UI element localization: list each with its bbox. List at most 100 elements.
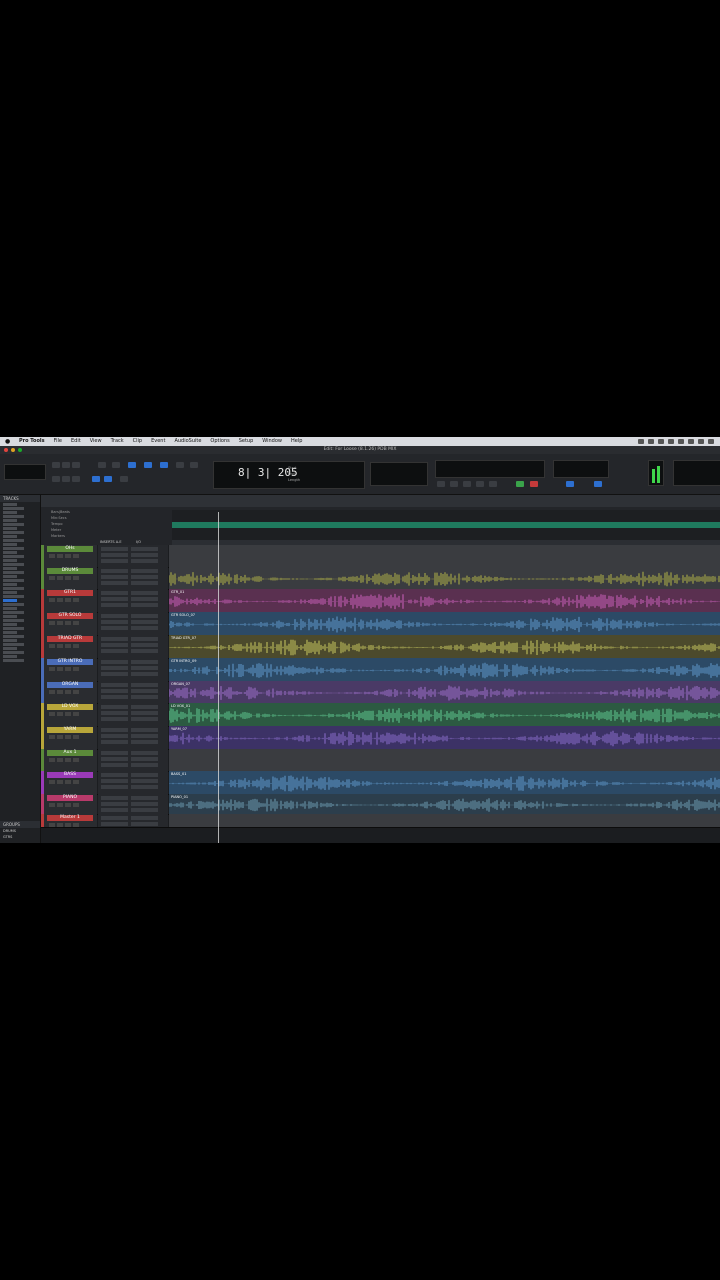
track-playlist-lane[interactable]: GTR SOLO_07: [169, 612, 720, 635]
track-playlist-lane[interactable]: GTR INTRO_09: [169, 658, 720, 681]
insert-slot[interactable]: [101, 773, 128, 777]
input-monitor-button[interactable]: [57, 690, 63, 694]
click-button[interactable]: [594, 481, 602, 487]
solo-button[interactable]: [65, 554, 71, 558]
sidebar-track-entry[interactable]: [3, 510, 17, 514]
sidebar-track-entry[interactable]: [3, 586, 24, 590]
track-row[interactable]: TRIAD GTR TRIAD GTR_07: [41, 635, 720, 659]
insert-slot[interactable]: [101, 822, 128, 826]
sidebar-track-entry[interactable]: [3, 546, 24, 550]
track-name[interactable]: LD VOX: [47, 704, 93, 710]
sidebar-track-entry[interactable]: [3, 506, 24, 510]
record-arm-button[interactable]: [49, 576, 55, 580]
solo-button[interactable]: [65, 598, 71, 602]
input-monitor-button[interactable]: [57, 758, 63, 762]
insert-slot[interactable]: [101, 734, 128, 738]
mute-button[interactable]: [73, 758, 79, 762]
sidebar-track-entry[interactable]: [3, 582, 17, 586]
track-header[interactable]: DRUMS: [41, 567, 97, 589]
track-playlist-lane[interactable]: GTR_01: [169, 589, 720, 612]
zoom-preset-button[interactable]: [62, 476, 70, 482]
track-header[interactable]: PIANO: [41, 794, 97, 814]
record-arm-button[interactable]: [49, 780, 55, 784]
insert-slot[interactable]: [101, 672, 128, 676]
sidebar-track-entry[interactable]: [3, 630, 17, 634]
insert-slot[interactable]: [101, 553, 128, 557]
play-button[interactable]: [516, 481, 524, 487]
record-arm-button[interactable]: [49, 644, 55, 648]
pencil-tool-button[interactable]: [190, 462, 198, 468]
menu-event[interactable]: Event: [151, 437, 165, 446]
io-slot[interactable]: [131, 614, 158, 618]
insert-slot[interactable]: [101, 626, 128, 630]
mode-panel[interactable]: [4, 464, 46, 480]
sidebar-track-entry[interactable]: [3, 554, 24, 558]
insert-slot[interactable]: [101, 802, 128, 806]
zoom-button[interactable]: [62, 462, 70, 468]
track-playlist-lane[interactable]: YARM_07: [169, 726, 720, 749]
track-header[interactable]: GTR SOLO: [41, 612, 97, 635]
track-row[interactable]: YARM YARM_07: [41, 726, 720, 750]
track-name[interactable]: BASS: [47, 772, 93, 778]
io-slot[interactable]: [131, 575, 158, 579]
io-slot[interactable]: [131, 751, 158, 755]
insert-slot[interactable]: [101, 808, 128, 812]
zoom-button[interactable]: [52, 462, 60, 468]
input-monitor-button[interactable]: [57, 576, 63, 580]
io-slot[interactable]: [131, 695, 158, 699]
mute-button[interactable]: [73, 667, 79, 671]
insert-slot[interactable]: [101, 689, 128, 693]
sidebar-track-entry[interactable]: [3, 534, 17, 538]
io-slot[interactable]: [131, 785, 158, 789]
input-monitor-button[interactable]: [57, 780, 63, 784]
menu-setup[interactable]: Setup: [239, 437, 254, 446]
menu-view[interactable]: View: [90, 437, 102, 446]
mute-button[interactable]: [73, 803, 79, 807]
record-arm-button[interactable]: [49, 712, 55, 716]
menu-track[interactable]: Track: [111, 437, 124, 446]
input-monitor-button[interactable]: [57, 712, 63, 716]
record-arm-button[interactable]: [49, 554, 55, 558]
solo-button[interactable]: [65, 667, 71, 671]
track-playlist-lane[interactable]: [169, 749, 720, 771]
record-arm-button[interactable]: [49, 735, 55, 739]
sidebar-track-entry[interactable]: [3, 626, 24, 630]
sidebar-track-entry[interactable]: [3, 530, 24, 534]
track-playlist-lane[interactable]: ORGAN_07: [169, 681, 720, 703]
insert-slot[interactable]: [101, 683, 128, 687]
track-name[interactable]: DRUMS: [47, 568, 93, 574]
main-counter[interactable]: 8| 3| 205 Start End Length: [213, 461, 365, 489]
track-row[interactable]: OHs: [41, 545, 720, 568]
insert-slot[interactable]: [101, 575, 128, 579]
sidebar-track-entry[interactable]: [3, 566, 17, 570]
io-slot[interactable]: [131, 740, 158, 744]
track-row[interactable]: Aux 1: [41, 749, 720, 772]
record-arm-button[interactable]: [49, 621, 55, 625]
sidebar-track-entry[interactable]: [3, 526, 17, 530]
record-button[interactable]: [530, 481, 538, 487]
insert-slot[interactable]: [101, 796, 128, 800]
mute-button[interactable]: [73, 598, 79, 602]
track-playlist-lane[interactable]: [169, 567, 720, 589]
solo-button[interactable]: [65, 712, 71, 716]
group-item[interactable]: GTRS: [3, 835, 12, 839]
mute-button[interactable]: [73, 712, 79, 716]
io-slot[interactable]: [131, 705, 158, 709]
track-header[interactable]: GTR INTRO: [41, 658, 97, 681]
minimize-window-icon[interactable]: [11, 448, 15, 452]
insert-slot[interactable]: [101, 643, 128, 647]
sidebar-track-entry[interactable]: [3, 602, 24, 606]
tray-icon[interactable]: [658, 439, 664, 444]
insert-slot[interactable]: [101, 637, 128, 641]
io-slot[interactable]: [131, 689, 158, 693]
track-row[interactable]: PIANO PIANO_01: [41, 794, 720, 815]
sidebar-track-entry[interactable]: [3, 634, 24, 638]
track-name[interactable]: Aux 1: [47, 750, 93, 756]
track-row[interactable]: GTR SOLO GTR SOLO_07: [41, 612, 720, 636]
solo-button[interactable]: [65, 735, 71, 739]
menu-file[interactable]: File: [54, 437, 62, 446]
sidebar-track-entry[interactable]: [3, 558, 17, 562]
solo-button[interactable]: [65, 823, 71, 827]
tray-icon[interactable]: [678, 439, 684, 444]
mute-button[interactable]: [73, 780, 79, 784]
